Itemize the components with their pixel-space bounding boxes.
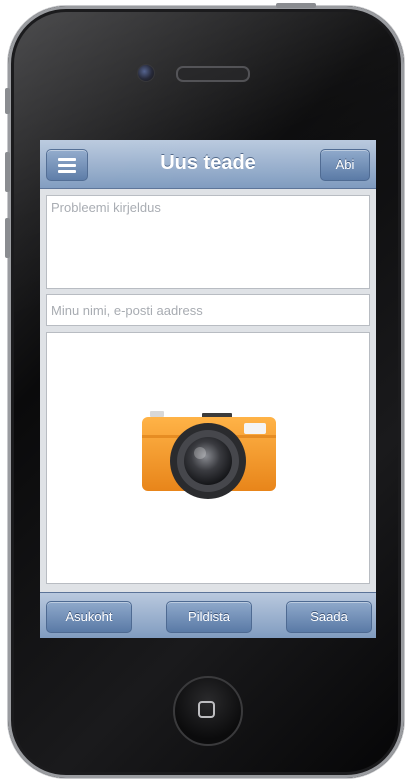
help-button[interactable]: Abi bbox=[320, 149, 370, 181]
send-button[interactable]: Saada bbox=[286, 601, 372, 633]
description-field[interactable]: Probleemi kirjeldus bbox=[46, 195, 370, 289]
navigation-bar: Uus teade Abi bbox=[40, 140, 376, 189]
photo-area[interactable] bbox=[46, 332, 370, 584]
camera-icon bbox=[142, 411, 276, 499]
name-email-field[interactable]: Minu nimi, e-posti aadress bbox=[46, 294, 370, 326]
home-button[interactable] bbox=[173, 676, 243, 746]
name-email-placeholder: Minu nimi, e-posti aadress bbox=[51, 303, 203, 318]
volume-down-button bbox=[5, 218, 10, 258]
front-camera bbox=[137, 64, 155, 82]
app-screen: Uus teade Abi Probleemi kirjeldus Minu n… bbox=[40, 140, 376, 638]
earpiece-speaker bbox=[176, 66, 250, 82]
volume-up-button bbox=[5, 152, 10, 192]
power-button bbox=[276, 3, 316, 8]
take-photo-button[interactable]: Pildista bbox=[166, 601, 252, 633]
location-button[interactable]: Asukoht bbox=[46, 601, 132, 633]
mute-switch bbox=[5, 88, 10, 114]
description-placeholder: Probleemi kirjeldus bbox=[51, 200, 161, 215]
bottom-toolbar: Asukoht Pildista Saada bbox=[40, 592, 376, 638]
home-square-icon bbox=[198, 701, 215, 718]
